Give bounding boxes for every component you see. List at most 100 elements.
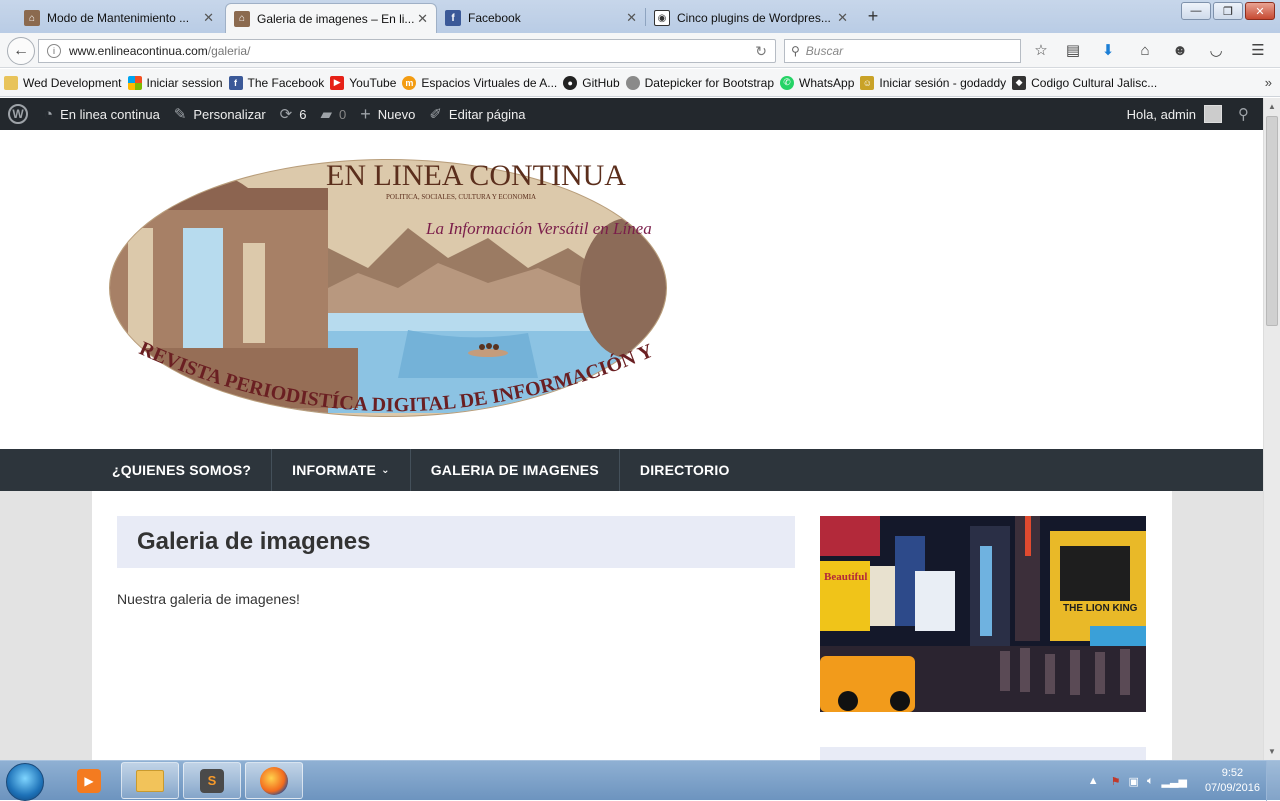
back-button[interactable]: ← xyxy=(7,37,35,65)
menu-item-label: GALERIA DE IMAGENES xyxy=(430,462,599,478)
bookmark-label: WhatsApp xyxy=(799,75,855,90)
device-icon[interactable]: ▣ xyxy=(1129,775,1139,788)
menu-icon[interactable]: ☰ xyxy=(1248,41,1268,61)
logo-title: EN LINEA CONTINUA xyxy=(326,159,626,192)
sidebar-times-square-image[interactable]: Beautiful THE LION KING xyxy=(820,516,1146,712)
browser-tab[interactable]: ⌂ Modo de Mantenimiento ... ✕ xyxy=(16,3,222,33)
menu-item-directorio[interactable]: DIRECTORIO xyxy=(620,449,750,491)
camera-icon: ◉ xyxy=(654,10,670,26)
network-warning-icon[interactable]: ⚑ xyxy=(1111,775,1121,788)
browser-tab-active[interactable]: ⌂ Galeria de imagenes – En li... ✕ xyxy=(225,3,437,33)
clock[interactable]: 9:52 07/09/2016 xyxy=(1205,766,1260,796)
avatar[interactable] xyxy=(1204,105,1222,123)
bookmark-item[interactable]: f The Facebook xyxy=(228,75,324,90)
cube-icon: ◆ xyxy=(1012,75,1027,90)
bookmark-item[interactable]: ✆ WhatsApp xyxy=(780,75,855,90)
new-content-link[interactable]: + Nuevo xyxy=(360,104,415,125)
browser-tab-strip: ⌂ Modo de Mantenimiento ... ✕ ⌂ Galeria … xyxy=(0,0,1280,33)
menu-item-label: INFORMATE xyxy=(292,462,377,478)
system-tray: ▲ ⚑ ▣ 🔈︎ ▂▃▅ 9:52 07/09/2016 xyxy=(1088,761,1260,801)
sublime-text-icon[interactable]: S xyxy=(183,762,241,799)
bookmark-item[interactable]: Iniciar session xyxy=(127,75,223,90)
minimize-button[interactable]: — xyxy=(1181,2,1211,20)
search-icon[interactable]: ⚲ xyxy=(1238,105,1249,123)
bookmark-item[interactable]: ● GitHub xyxy=(563,75,620,90)
close-tab-icon[interactable]: ✕ xyxy=(203,10,214,26)
search-input[interactable]: ⚲ Buscar xyxy=(784,39,1021,63)
bookmark-item[interactable]: ☺ Iniciar sesión - godaddy xyxy=(860,75,1007,90)
home-icon[interactable]: ⌂ xyxy=(1135,41,1155,61)
page-scrollbar[interactable]: ▲ ▼ xyxy=(1263,98,1280,760)
firefox-icon[interactable] xyxy=(245,762,303,799)
windows-taskbar: ▶ S ▲ ⚑ ▣ 🔈︎ ▂▃▅ 9:52 07/09/2016 xyxy=(0,760,1280,801)
github-icon: ● xyxy=(563,75,578,90)
close-tab-icon[interactable]: ✕ xyxy=(837,10,848,26)
new-tab-button[interactable]: + xyxy=(862,6,884,27)
bookmark-item[interactable]: Wed Development xyxy=(4,75,122,90)
close-tab-icon[interactable]: ✕ xyxy=(417,11,428,27)
bookmark-label: Iniciar session xyxy=(146,75,223,90)
volume-icon[interactable]: 🔈︎ xyxy=(1147,775,1154,788)
customize-link[interactable]: ✎ Personalizar xyxy=(174,105,266,123)
browser-navigation-bar: ← i www.enlineacontinua.com/galeria/ ↻ ⚲… xyxy=(0,33,1280,68)
comments-link[interactable]: ▰ 0 xyxy=(320,105,346,123)
page-body-text: Nuestra galeria de imagenes! xyxy=(117,591,300,607)
browser-tab[interactable]: ◉ Cinco plugins de Wordpres... ✕ xyxy=(646,3,856,33)
user-greeting[interactable]: Hola, admin xyxy=(1127,107,1196,122)
site-logo[interactable]: EN LINEA CONTINUA POLITICA, SOCIALES, CU… xyxy=(108,148,678,434)
reload-icon[interactable]: ↻ xyxy=(755,43,767,60)
bookmark-item[interactable]: m Espacios Virtuales de A... xyxy=(402,75,557,90)
menu-item-quienes-somos[interactable]: ¿QUIENES SOMOS? xyxy=(92,449,273,491)
start-button[interactable] xyxy=(6,763,44,801)
show-desktop-button[interactable] xyxy=(1266,761,1280,801)
menu-item-informate[interactable]: INFORMATE ⌄ xyxy=(272,449,411,491)
scrollbar-thumb[interactable] xyxy=(1266,116,1278,326)
download-icon[interactable]: ⬇ xyxy=(1098,41,1118,61)
address-bar[interactable]: i www.enlineacontinua.com/galeria/ ↻ xyxy=(38,39,776,63)
tab-title: Galeria de imagenes – En li... xyxy=(257,11,415,26)
close-tab-icon[interactable]: ✕ xyxy=(626,10,637,26)
bookmark-item[interactable]: Datepicker for Bootstrap xyxy=(625,75,774,90)
pencil-icon: ✐ xyxy=(429,106,442,123)
wordpress-logo-button[interactable]: W xyxy=(8,104,28,124)
site-favicon-icon: ⌂ xyxy=(234,10,250,27)
show-hidden-icons-icon[interactable]: ▲ xyxy=(1088,775,1099,787)
page-title: Galeria de imagenes xyxy=(137,528,371,555)
tab-title: Cinco plugins de Wordpres... xyxy=(677,11,831,25)
clock-date: 07/09/2016 xyxy=(1204,782,1260,794)
restore-button[interactable]: ❐ xyxy=(1213,2,1243,20)
updates-link[interactable]: ⟳ 6 xyxy=(280,105,307,123)
logo-subtitle: POLITICA, SOCIALES, CULTURA Y ECONOMIA xyxy=(386,193,536,201)
scroll-down-icon[interactable]: ▼ xyxy=(1268,747,1276,756)
menu-item-galeria[interactable]: GALERIA DE IMAGENES xyxy=(411,449,620,491)
folder-icon xyxy=(4,75,18,90)
pocket-icon[interactable]: ◡ xyxy=(1206,41,1226,61)
site-info-icon[interactable]: i xyxy=(47,44,61,58)
close-window-button[interactable]: ✕ xyxy=(1245,2,1275,20)
scroll-up-icon[interactable]: ▲ xyxy=(1268,102,1276,111)
site-name-label: En linea continua xyxy=(60,106,160,122)
bookmark-item[interactable]: ◆ Codigo Cultural Jalisc... xyxy=(1012,75,1157,90)
chat-icon[interactable]: ☻ xyxy=(1170,41,1190,61)
edit-page-link[interactable]: ✐ Editar página xyxy=(429,105,525,123)
bookmark-label: GitHub xyxy=(582,75,620,90)
browser-tab[interactable]: f Facebook ✕ xyxy=(437,3,645,33)
bookmarks-overflow-button[interactable]: » xyxy=(1265,75,1272,90)
file-explorer-icon[interactable] xyxy=(121,762,179,799)
signal-icon[interactable]: ▂▃▅ xyxy=(1162,775,1187,788)
brush-icon: ✎ xyxy=(173,106,187,123)
bookmark-item[interactable]: ▶ YouTube xyxy=(330,75,396,90)
plus-icon: + xyxy=(360,103,371,124)
media-player-icon[interactable]: ▶ xyxy=(60,762,118,799)
tab-title: Modo de Mantenimiento ... xyxy=(47,11,190,25)
sidebar-widget xyxy=(820,747,1146,760)
moodle-icon: m xyxy=(402,75,417,90)
menu-item-label: DIRECTORIO xyxy=(639,462,730,478)
bookmark-star-icon[interactable]: ☆ xyxy=(1031,41,1051,61)
comment-icon: ▰ xyxy=(320,106,333,123)
bookmark-label: Iniciar sesión - godaddy xyxy=(879,75,1007,90)
reading-list-icon[interactable]: ▤ xyxy=(1063,41,1083,61)
whatsapp-icon: ✆ xyxy=(780,75,795,90)
site-name-link[interactable]: ◔ En linea continua xyxy=(44,106,160,123)
updates-icon: ⟳ xyxy=(279,106,293,123)
